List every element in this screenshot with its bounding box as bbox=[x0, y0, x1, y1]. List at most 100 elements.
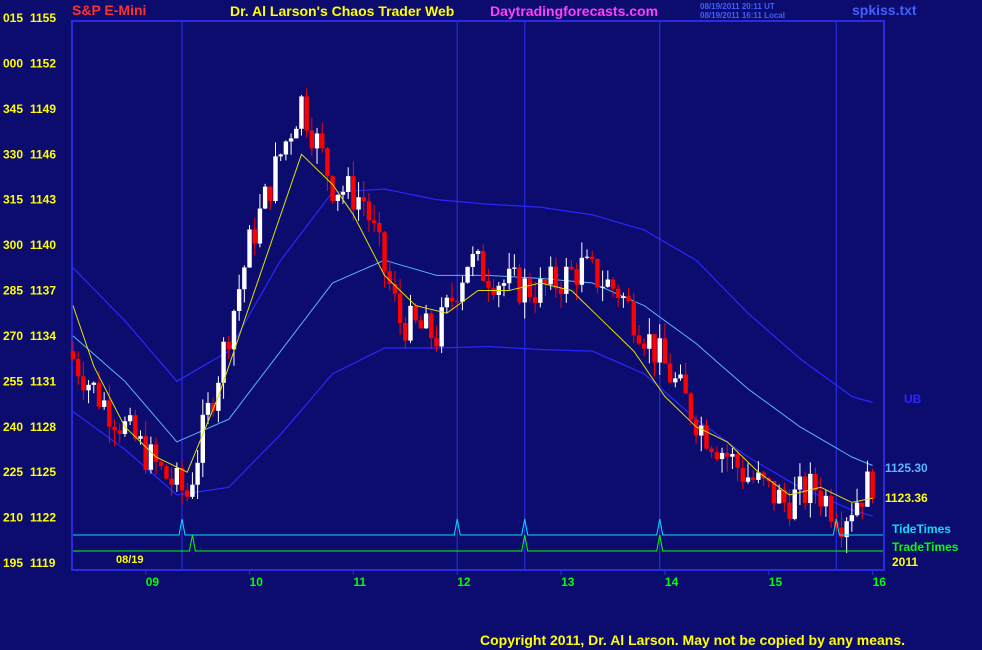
trade-times-line bbox=[73, 534, 883, 552]
candle-up bbox=[86, 384, 91, 391]
timing-lines bbox=[73, 518, 883, 552]
candle-down bbox=[351, 176, 356, 210]
candle-down bbox=[96, 382, 102, 407]
year-label: 2011 bbox=[892, 555, 918, 569]
candle-up bbox=[730, 454, 735, 457]
candle-up bbox=[278, 154, 283, 157]
candle-up bbox=[465, 266, 470, 283]
date-label: 08/19 bbox=[116, 554, 144, 566]
candle-down bbox=[325, 148, 330, 177]
tide-times-line bbox=[73, 518, 883, 536]
file-name: spkiss.txt bbox=[852, 2, 917, 18]
y-tick-price-label: 1128 bbox=[30, 420, 56, 434]
candle-down bbox=[382, 232, 387, 272]
candle-down bbox=[532, 297, 538, 303]
candle-down bbox=[418, 320, 424, 329]
candle-up bbox=[657, 338, 662, 363]
candle-down bbox=[610, 279, 616, 289]
candle-down bbox=[802, 476, 808, 504]
ma-value-label: 1123.36 bbox=[885, 491, 928, 505]
candle-down bbox=[449, 297, 455, 302]
candle-up bbox=[512, 267, 517, 269]
y-tick-time-label: 285 bbox=[3, 284, 23, 298]
y-tick-price-label: 1143 bbox=[30, 193, 56, 207]
candle-up bbox=[262, 186, 268, 209]
candle-down bbox=[574, 269, 579, 285]
candle-down bbox=[429, 313, 434, 339]
candle-up bbox=[501, 283, 507, 286]
candle-down bbox=[309, 130, 315, 149]
candle-down bbox=[750, 477, 756, 480]
candle-up bbox=[340, 191, 346, 195]
candle-down bbox=[569, 266, 574, 270]
candle-down bbox=[397, 293, 403, 323]
x-tick-label: 15 bbox=[769, 575, 783, 589]
trade-times-label: TradeTimes bbox=[892, 540, 959, 554]
candle-down bbox=[330, 176, 335, 201]
candle-up bbox=[195, 462, 200, 485]
candle-down bbox=[143, 436, 148, 470]
candle-up bbox=[138, 436, 143, 439]
candle-up bbox=[621, 296, 626, 299]
candle-up bbox=[299, 96, 304, 129]
y-tick-price-label: 1152 bbox=[30, 56, 56, 70]
candle-up bbox=[823, 495, 829, 507]
candle-up bbox=[314, 133, 320, 149]
candle-down bbox=[828, 495, 834, 522]
candle-up bbox=[506, 268, 512, 284]
copyright-notice: Copyright 2011, Dr. Al Larson. May not b… bbox=[480, 632, 905, 648]
y-axis: 015 1155 000 1152 345 1149 330 1146 315 1143 300 11… bbox=[3, 11, 56, 570]
x-tick-label: 10 bbox=[250, 575, 264, 589]
candle-down bbox=[714, 452, 720, 460]
candle-up bbox=[584, 256, 590, 258]
site-name: Daytradingforecasts.com bbox=[490, 3, 658, 19]
candle-down bbox=[740, 467, 746, 482]
x-tick-label: 12 bbox=[457, 575, 471, 589]
candle-down bbox=[434, 338, 439, 347]
candle-up bbox=[423, 313, 429, 329]
y-tick-time-label: 015 bbox=[3, 11, 23, 25]
candle-up bbox=[600, 286, 605, 288]
candle-up bbox=[408, 305, 413, 341]
candle-up bbox=[288, 138, 294, 142]
candle-down bbox=[641, 343, 647, 349]
candle-down bbox=[688, 393, 694, 420]
x-tick-label: 16 bbox=[873, 575, 887, 589]
candle-down bbox=[377, 222, 382, 233]
candle-down bbox=[169, 478, 174, 485]
candle-down bbox=[595, 258, 600, 288]
x-tick-label: 11 bbox=[353, 575, 366, 589]
candle-down bbox=[636, 335, 642, 344]
upper-band-line bbox=[72, 188, 873, 404]
candle-up bbox=[190, 484, 195, 497]
candle-up bbox=[745, 477, 751, 482]
timestamp-ut: 08/19/2011 20:11 UT bbox=[700, 2, 775, 11]
candle-down bbox=[860, 502, 865, 507]
chart-svg: S&P E-Mini Dr. Al Larson's Chaos Trader … bbox=[3, 2, 959, 648]
chart-title: Dr. Al Larson's Chaos Trader Web bbox=[230, 3, 454, 19]
candle-up bbox=[236, 289, 242, 311]
candle-up bbox=[242, 267, 247, 290]
candles bbox=[70, 88, 875, 553]
candle-down bbox=[527, 278, 533, 298]
candle-down bbox=[304, 96, 309, 131]
candle-down bbox=[558, 288, 564, 294]
candle-down bbox=[662, 338, 668, 364]
candle-up bbox=[439, 307, 444, 347]
y-tick-price-label: 1140 bbox=[30, 238, 56, 252]
candle-up bbox=[205, 402, 211, 415]
candle-down bbox=[403, 322, 408, 341]
candle-down bbox=[631, 300, 636, 336]
candle-down bbox=[112, 426, 117, 431]
candle-down bbox=[371, 220, 377, 223]
y-tick-price-label: 1119 bbox=[30, 556, 56, 570]
candle-down bbox=[683, 374, 688, 394]
candle-up bbox=[605, 279, 611, 287]
candle-up bbox=[579, 257, 585, 285]
y-tick-time-label: 000 bbox=[3, 56, 23, 70]
mid-band-line bbox=[72, 259, 873, 466]
time-lines bbox=[181, 22, 837, 569]
candle-up bbox=[797, 476, 803, 490]
timestamp-local: 08/19/2011 16:11 Local bbox=[700, 11, 785, 20]
candle-up bbox=[849, 515, 855, 522]
